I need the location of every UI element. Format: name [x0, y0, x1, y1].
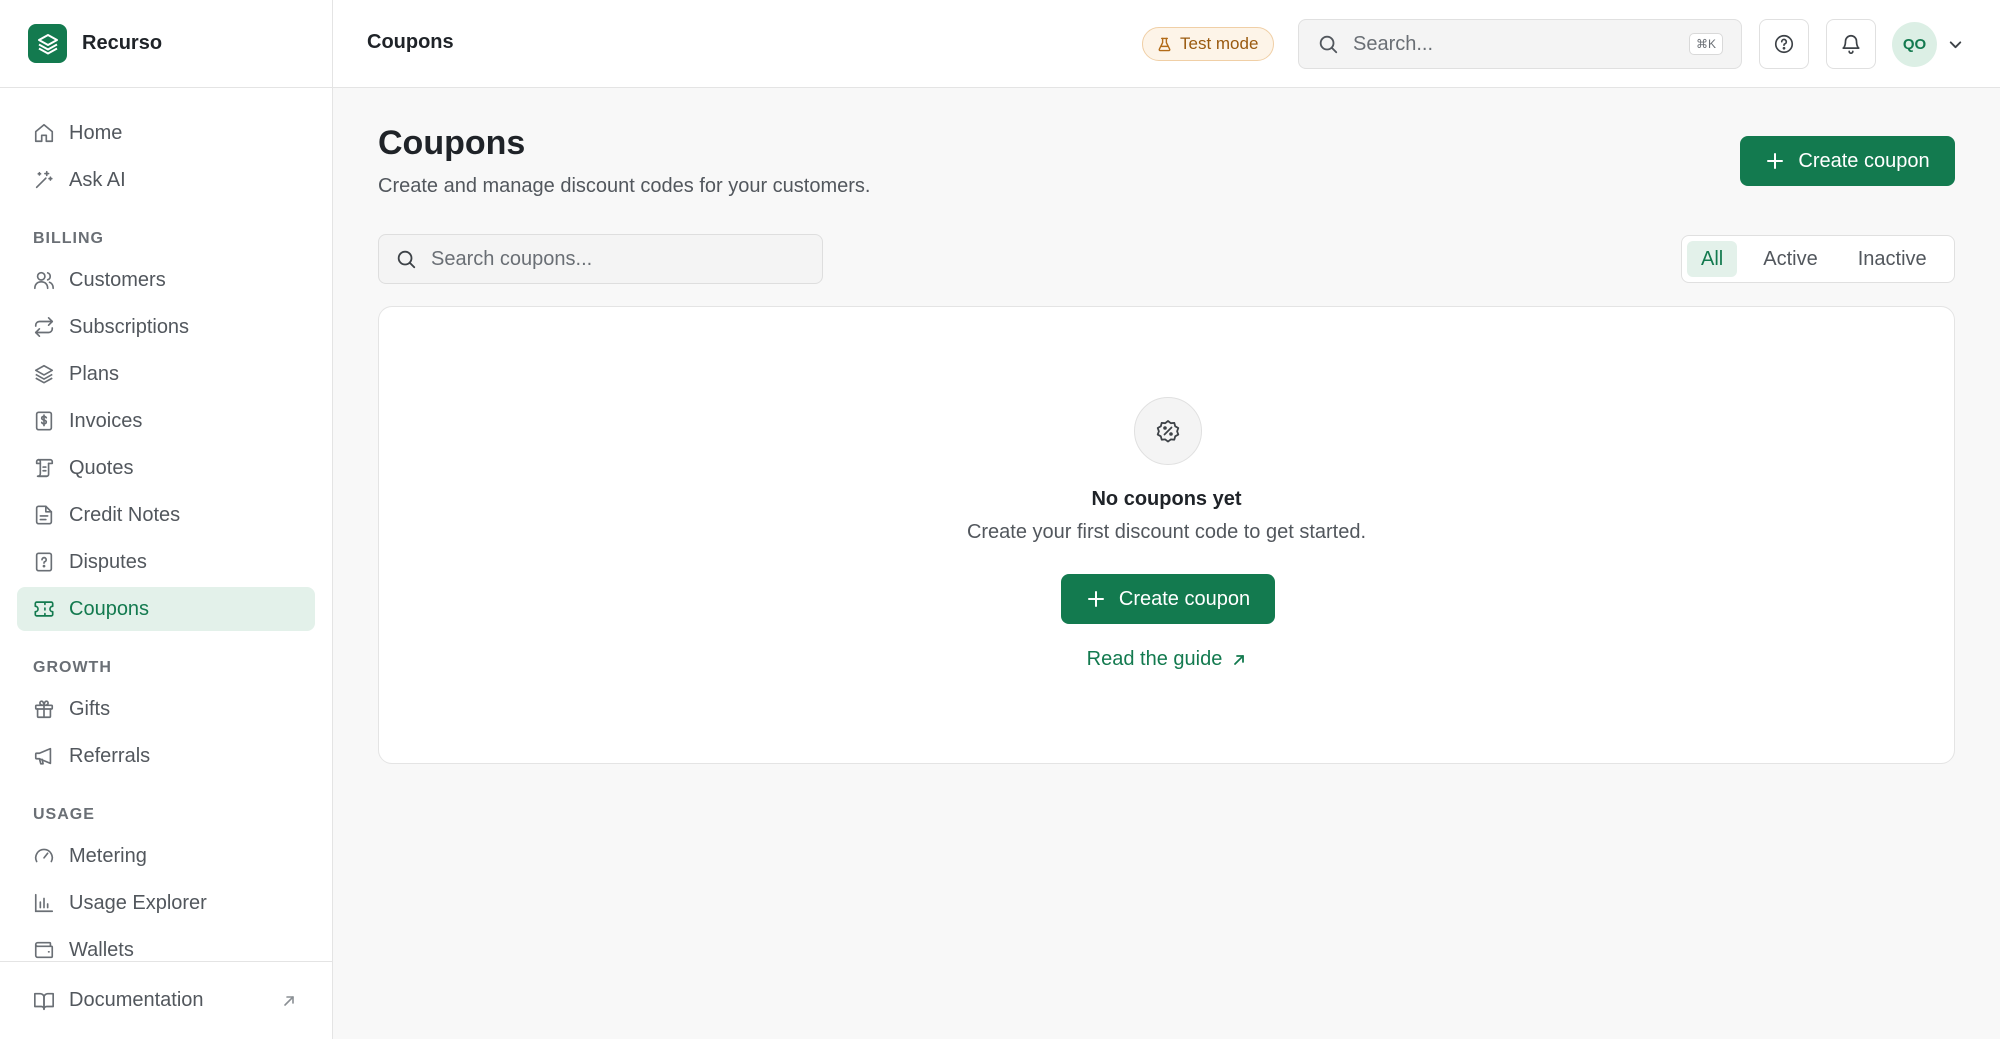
empty-state-icon-circle: [1134, 397, 1202, 465]
sidebar-item-label: Coupons: [69, 597, 150, 620]
topbar: Coupons Test mode Search... ⌘K QO: [333, 0, 2000, 88]
sidebar-item-label: Ask AI: [69, 168, 126, 191]
empty-state-card: No coupons yet Create your first discoun…: [378, 306, 1955, 764]
sidebar-item-label: Credit Notes: [69, 503, 181, 526]
test-mode-badge[interactable]: Test mode: [1142, 27, 1275, 61]
status-filter-tabs: All Active Inactive: [1681, 235, 1955, 283]
section-billing-title: BILLING: [33, 230, 104, 247]
sidebar-item-quotes[interactable]: Quotes: [17, 446, 315, 490]
sidebar-item-label: Metering: [69, 844, 147, 867]
brand-name: Recurso: [82, 32, 163, 54]
sidebar-item-usage-explorer[interactable]: Usage Explorer: [17, 881, 315, 925]
create-coupon-button[interactable]: Create coupon: [1740, 136, 1955, 186]
read-guide-label: Read the guide: [1086, 648, 1223, 670]
filter-tab-inactive[interactable]: Inactive: [1844, 241, 1941, 277]
test-mode-label: Test mode: [1180, 34, 1259, 53]
sidebar-item-label: Wallets: [69, 938, 134, 961]
user-avatar[interactable]: QO: [1892, 22, 1937, 67]
scroll-icon: [35, 458, 54, 478]
sidebar-item-label: Invoices: [69, 409, 143, 432]
sidebar-item-invoices[interactable]: Invoices: [17, 399, 315, 443]
invoice-dollar-icon: [35, 411, 53, 431]
sidebar-item-label: Disputes: [69, 550, 147, 573]
sidebar-item-home[interactable]: Home: [17, 111, 315, 155]
help-button[interactable]: [1759, 19, 1809, 69]
sparkles-wand-icon: [35, 170, 53, 189]
book-open-icon: [34, 992, 54, 1010]
search-icon: [1319, 35, 1338, 54]
sidebar-item-label: Gifts: [69, 697, 111, 720]
sidebar-item-customers[interactable]: Customers: [17, 258, 315, 302]
read-guide-link[interactable]: Read the guide: [379, 648, 1954, 671]
bell-icon: [1842, 35, 1860, 54]
sidebar-item-gifts[interactable]: Gifts: [17, 687, 315, 731]
sidebar-item-referrals[interactable]: Referrals: [17, 734, 315, 778]
sidebar-item-plans[interactable]: Plans: [17, 352, 315, 396]
global-search-placeholder: Search...: [1353, 32, 1434, 55]
help-circle-icon: [1774, 34, 1794, 54]
sidebar-item-metering[interactable]: Metering: [17, 834, 315, 878]
empty-create-coupon-button[interactable]: Create coupon: [1061, 574, 1275, 624]
megaphone-icon: [34, 747, 52, 765]
gauge-icon: [34, 848, 54, 863]
sidebar-item-label: Usage Explorer: [69, 891, 207, 914]
sidebar-item-label: Plans: [69, 362, 120, 385]
flask-icon: [1158, 37, 1171, 51]
section-usage-title: USAGE: [33, 806, 95, 823]
repeat-icon: [34, 317, 54, 337]
sidebar-item-label: Referrals: [69, 744, 151, 767]
empty-state-text: Create your first discount code to get s…: [966, 521, 1367, 543]
page-title: Coupons: [378, 124, 526, 162]
documentation-link[interactable]: Documentation: [0, 961, 332, 1039]
sidebar-item-label: Home: [69, 121, 123, 144]
sidebar: Recurso Home Ask AI BILLING Customers Su…: [0, 0, 333, 1039]
notifications-button[interactable]: [1826, 19, 1876, 69]
empty-create-coupon-label: Create coupon: [1118, 587, 1251, 610]
section-growth-title: GROWTH: [33, 659, 112, 676]
global-search-input[interactable]: Search... ⌘K: [1298, 19, 1742, 69]
filter-tab-all[interactable]: All: [1687, 241, 1738, 277]
sidebar-item-subscriptions[interactable]: Subscriptions: [17, 305, 315, 349]
sidebar-item-ask-ai[interactable]: Ask AI: [17, 158, 315, 202]
sidebar-nav: Home Ask AI BILLING Customers Subscripti…: [0, 88, 332, 961]
sidebar-item-label: Customers: [69, 268, 166, 291]
file-text-icon: [35, 505, 53, 525]
coupon-search-input[interactable]: Search coupons...: [378, 234, 823, 284]
sidebar-item-disputes[interactable]: Disputes: [17, 540, 315, 584]
plus-icon: [1767, 153, 1784, 169]
search-shortcut-badge: ⌘K: [1688, 33, 1723, 55]
layers-logo-icon: [28, 24, 67, 63]
file-question-icon: [35, 552, 53, 572]
chevron-down-icon[interactable]: [1947, 36, 1964, 53]
users-icon: [34, 271, 54, 290]
sidebar-item-credit-notes[interactable]: Credit Notes: [17, 493, 315, 537]
sidebar-item-coupons[interactable]: Coupons: [17, 587, 315, 631]
coupon-search-placeholder: Search coupons...: [431, 247, 593, 270]
wallet-icon: [34, 941, 54, 959]
external-arrow-icon: [1234, 654, 1245, 665]
search-icon: [397, 250, 416, 269]
layers-icon: [34, 364, 54, 384]
sidebar-item-label: Quotes: [69, 456, 134, 479]
sidebar-item-wallets[interactable]: Wallets: [17, 928, 315, 961]
topbar-title: Coupons: [367, 31, 454, 53]
filter-tab-active[interactable]: Active: [1749, 241, 1831, 277]
home-icon: [34, 123, 54, 143]
ticket-icon: [34, 601, 54, 617]
gift-icon: [34, 700, 54, 719]
empty-state-title: No coupons yet: [1091, 488, 1242, 510]
brand[interactable]: Recurso: [0, 0, 332, 88]
bar-chart-icon: [34, 893, 54, 913]
plus-icon: [1087, 591, 1104, 607]
page-subtitle: Create and manage discount codes for you…: [378, 175, 871, 197]
create-coupon-label: Create coupon: [1798, 149, 1930, 172]
external-arrow-icon: [284, 996, 294, 1006]
sidebar-item-label: Subscriptions: [69, 315, 190, 338]
discount-badge-icon: [1156, 420, 1180, 443]
documentation-label: Documentation: [69, 989, 204, 1011]
